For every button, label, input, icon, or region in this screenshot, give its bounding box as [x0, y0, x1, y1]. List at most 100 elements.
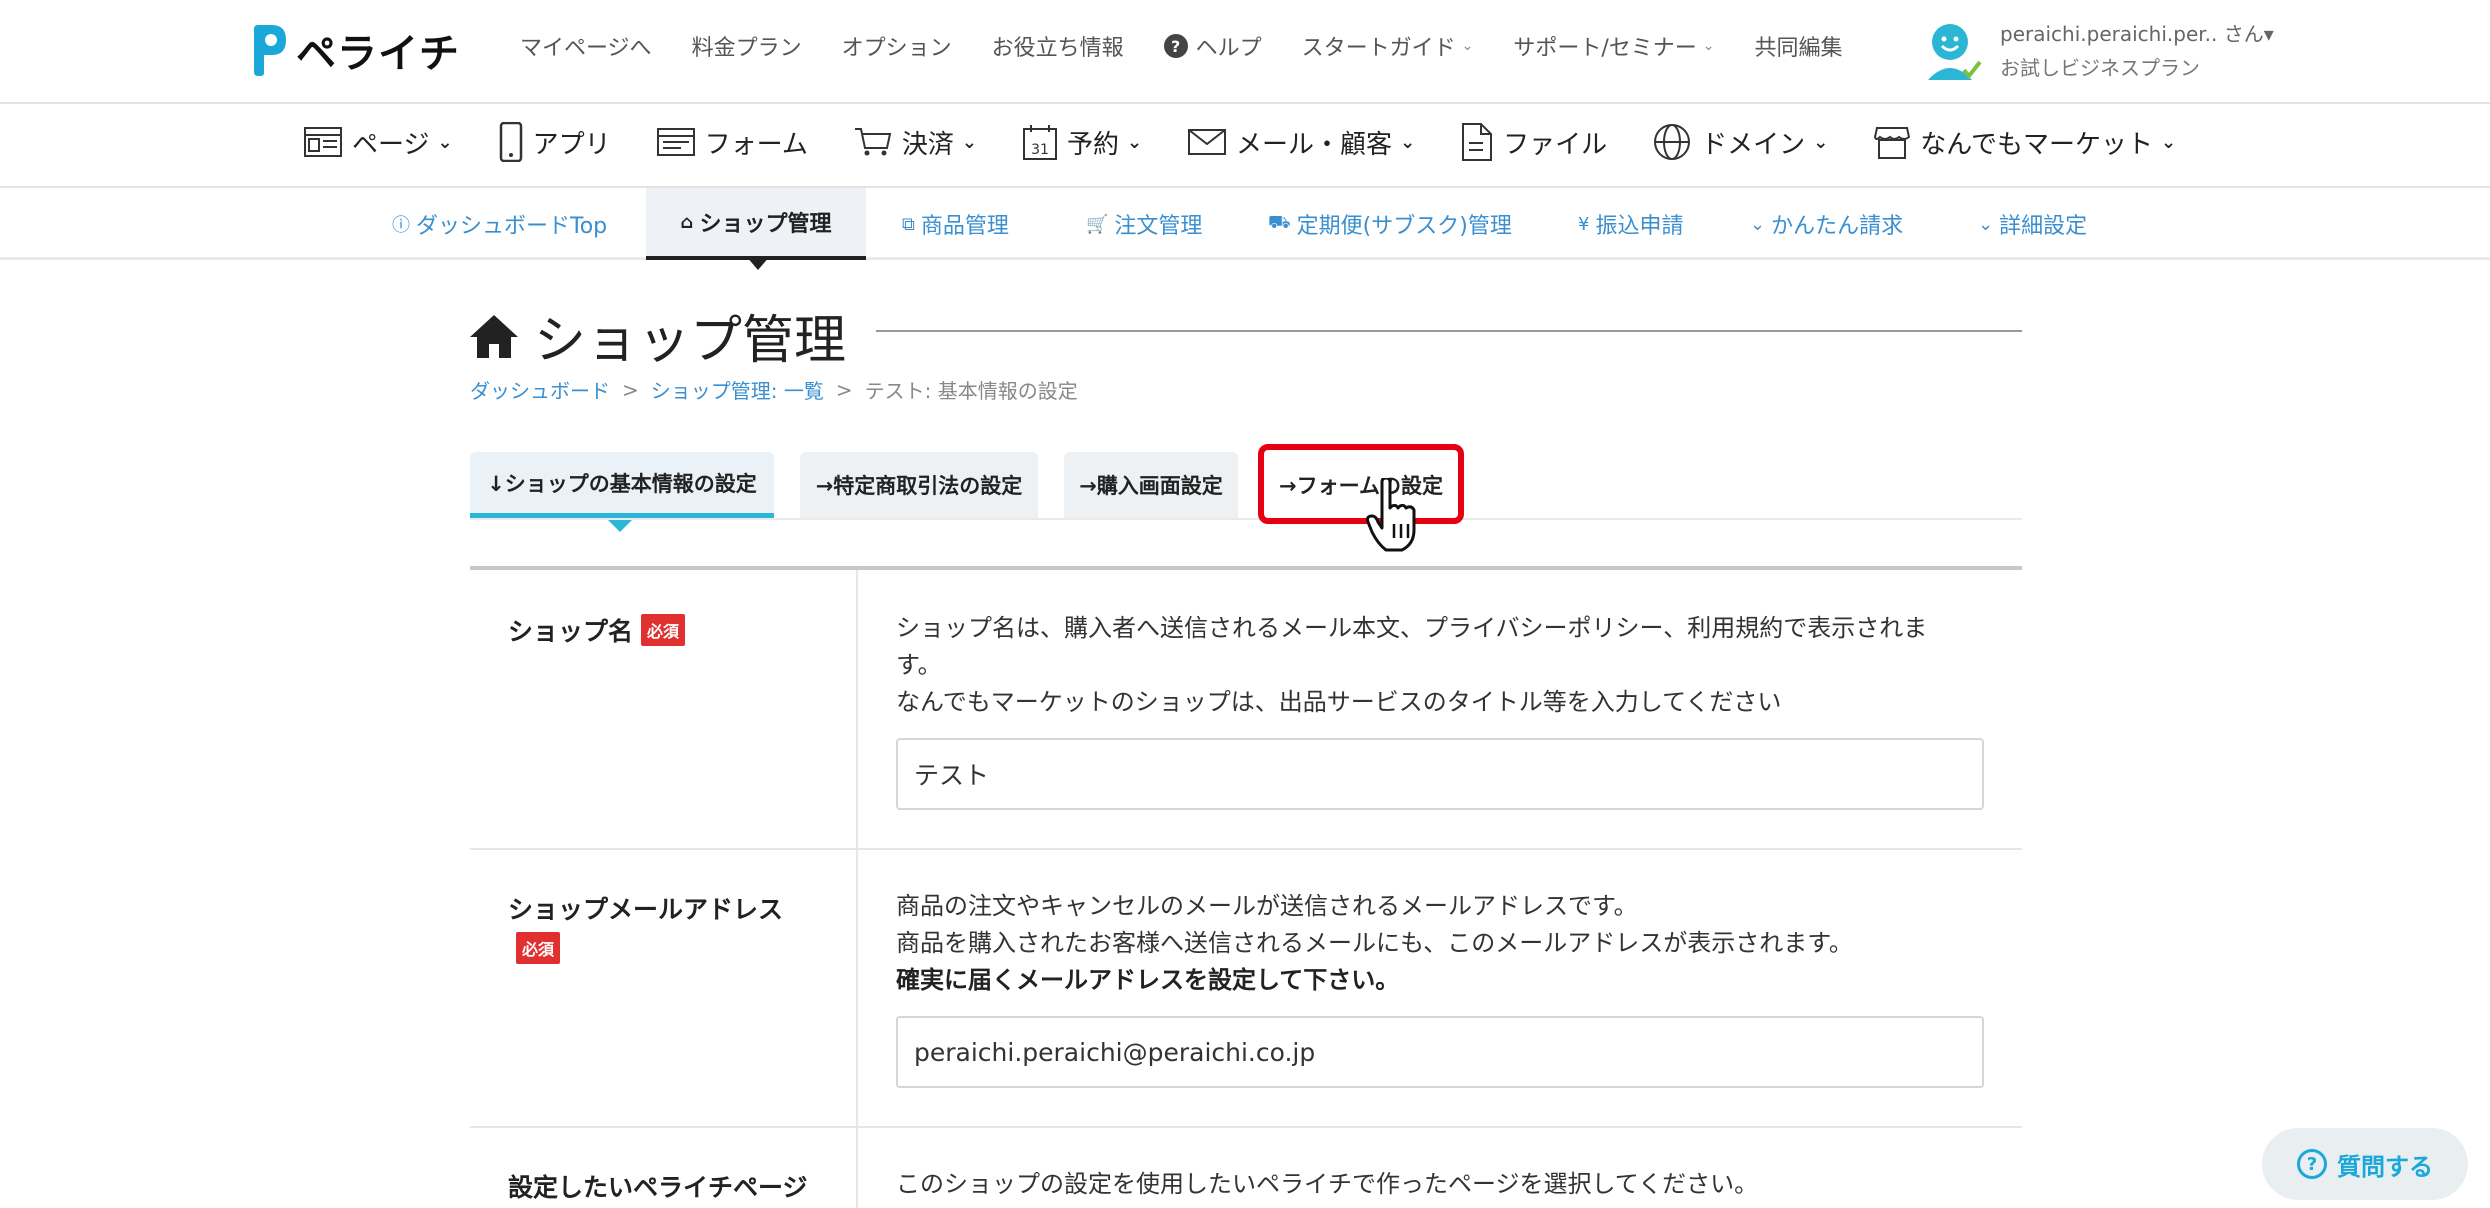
- nav-support-label: サポート/セミナー: [1513, 36, 1697, 61]
- user-menu[interactable]: peraichi.peraichi.per.. さん▾ お試しビジネスプラン: [1920, 14, 2274, 90]
- main-nav-payment-label: 決済: [901, 129, 954, 160]
- shop-name-desc-line3: なんでもマーケットのショップは、出品サービスのタイトル等を入力してください: [896, 688, 1782, 716]
- ask-question-button[interactable]: ? 質問する: [2262, 1128, 2468, 1200]
- nav-co-edit[interactable]: 共同編集: [1755, 30, 1843, 62]
- shop-email-desc-strong: 確実に届くメールアドレスを設定して下さい。: [896, 966, 1400, 994]
- ask-question-label: 質問する: [2337, 1152, 2433, 1181]
- subnav-transfer[interactable]: ¥ 振込申請: [1578, 188, 1683, 260]
- top-header: ペライチ マイページへ 料金プラン オプション お役立ち情報 ? ヘルプ スター…: [0, 0, 2490, 104]
- shop-email-desc-line2: 商品を購入されたお客様へ送信されるメールにも、このメールアドレスが表示されます。: [896, 929, 1853, 957]
- tab-purchase-screen[interactable]: →購入画面設定: [1064, 452, 1238, 518]
- nav-support-seminar[interactable]: サポート/セミナー ⌄: [1513, 30, 1714, 62]
- main-nav-app-label: アプリ: [532, 129, 611, 160]
- active-tab-caret: [608, 520, 632, 532]
- nav-options[interactable]: オプション: [842, 30, 952, 62]
- page-icon: [304, 127, 342, 157]
- main-nav-file-label: ファイル: [1503, 129, 1608, 160]
- subnav-orders[interactable]: 🛒 注文管理: [1086, 188, 1202, 260]
- subnav-orders-label: 注文管理: [1114, 214, 1203, 239]
- subnav-dashboard-top[interactable]: ⓘ ダッシュボードTop: [392, 188, 607, 260]
- yen-icon: ¥: [1578, 213, 1590, 235]
- nav-mypage[interactable]: マイページへ: [520, 30, 652, 62]
- hand-cursor-icon: [1366, 478, 1416, 552]
- globe-icon: [1654, 124, 1691, 160]
- form-column-divider: [856, 570, 858, 1208]
- subnav-shop-management[interactable]: ⌂ ショップ管理: [646, 188, 866, 260]
- home-icon: ⌂: [680, 211, 694, 233]
- top-nav: マイページへ 料金プラン オプション お役立ち情報 ? ヘルプ スタートガイド …: [520, 30, 1883, 62]
- breadcrumb-shop-list[interactable]: ショップ管理: 一覧: [651, 375, 824, 404]
- file-icon: [1462, 123, 1493, 161]
- info-icon: ⓘ: [392, 215, 410, 236]
- breadcrumb-dashboard[interactable]: ダッシュボード: [470, 375, 610, 404]
- chevron-down-icon: ⌄: [2160, 131, 2177, 153]
- main-nav-domain[interactable]: ドメイン ⌄: [1653, 123, 1828, 161]
- main-nav-form[interactable]: フォーム: [656, 124, 808, 161]
- nav-help-label: ヘルプ: [1195, 36, 1262, 61]
- cart-icon: 🛒: [1086, 213, 1109, 235]
- subnav-invoice-label: かんたん請求: [1771, 214, 1904, 239]
- chevron-down-icon: ⌄: [1400, 131, 1416, 153]
- chevron-down-icon: ⌄: [1702, 38, 1715, 54]
- page-title-text: ショップ管理: [534, 311, 847, 371]
- main-nav-market[interactable]: なんでもマーケット ⌄: [1874, 124, 2176, 161]
- breadcrumb: ダッシュボード > ショップ管理: 一覧 > テスト: 基本情報の設定: [470, 375, 1078, 404]
- question-icon: ?: [2297, 1149, 2327, 1179]
- row-divider: [470, 1126, 2022, 1128]
- tabs-baseline: [470, 518, 2022, 520]
- nav-help[interactable]: ? ヘルプ: [1163, 30, 1262, 62]
- breadcrumb-current: テスト: 基本情報の設定: [864, 379, 1078, 403]
- shop-email-desc-line1: 商品の注文やキャンセルのメールが送信されるメールアドレスです。: [896, 892, 1638, 920]
- peraichi-logo[interactable]: ペライチ: [250, 22, 460, 78]
- sub-nav: ⓘ ダッシュボードTop ⌂ ショップ管理 ⧉ 商品管理 🛒 注文管理 ⛟ 定期…: [0, 188, 2490, 260]
- chevron-down-icon: ⌄: [1126, 131, 1143, 153]
- main-nav-market-label: なんでもマーケット: [1920, 129, 2153, 160]
- user-name: peraichi.peraichi.per.. さん▾: [2000, 22, 2274, 46]
- mail-icon: [1188, 129, 1227, 155]
- help-icon: ?: [1163, 34, 1188, 58]
- user-plan: お試しビジネスプラン: [2000, 56, 2200, 80]
- main-nav: ページ ⌄ アプリ フォーム 決済 ⌄ 31 予約 ⌄ メール・顧客 ⌄ ファイ…: [0, 104, 2490, 188]
- shop-name-label: ショップ名 必須: [508, 612, 686, 648]
- nav-useful-info[interactable]: お役立ち情報: [992, 30, 1124, 62]
- main-nav-reservation[interactable]: 31 予約 ⌄: [1022, 124, 1143, 161]
- nav-pricing[interactable]: 料金プラン: [692, 30, 802, 62]
- form-top-border: [470, 566, 2022, 570]
- subnav-easy-invoice[interactable]: ⌄ かんたん請求: [1750, 188, 1903, 260]
- cart-icon: [854, 128, 892, 156]
- chevron-down-icon: ⌄: [1978, 213, 1994, 235]
- main-nav-page-label: ページ: [352, 129, 430, 160]
- row-divider: [470, 848, 2022, 850]
- tab-basic-info[interactable]: ↓ショップの基本情報の設定: [470, 452, 774, 518]
- subnav-shop-label: ショップ管理: [699, 212, 832, 237]
- shop-name-description: ショップ名は、購入者へ送信されるメール本文、プライバシーポリシー、利用規約で表示…: [896, 610, 1986, 721]
- shop-email-input[interactable]: peraichi.peraichi@peraichi.co.jp: [896, 1016, 1984, 1088]
- main-nav-domain-label: ドメイン: [1701, 129, 1806, 160]
- chevron-down-icon: ⌄: [1813, 131, 1829, 153]
- main-nav-mail-label: メール・顧客: [1236, 129, 1393, 160]
- main-nav-form-label: フォーム: [704, 129, 808, 160]
- subnav-transfer-label: 振込申請: [1595, 214, 1684, 239]
- shop-email-description: 商品の注文やキャンセルのメールが送信されるメールアドレスです。 商品を購入された…: [896, 888, 1986, 999]
- nav-start-guide-label: スタートガイド: [1301, 36, 1456, 61]
- title-divider: [876, 330, 2022, 332]
- form-icon: [656, 128, 695, 156]
- subnav-items[interactable]: ⧉ 商品管理: [902, 188, 1009, 260]
- shop-name-input[interactable]: テスト: [896, 738, 1984, 810]
- main-nav-payment[interactable]: 決済 ⌄: [854, 124, 977, 161]
- main-nav-app[interactable]: アプリ: [499, 122, 611, 162]
- shop-name-desc-line2: す。: [896, 651, 942, 679]
- subnav-subscription[interactable]: ⛟ 定期便(サブスク)管理: [1268, 188, 1512, 260]
- main-nav-file[interactable]: ファイル: [1461, 123, 1607, 161]
- subnav-detail-settings[interactable]: ⌄ 詳細設定: [1978, 188, 2087, 260]
- shop-name-label-text: ショップ名: [508, 617, 634, 646]
- page-select-desc-line1: このショップの設定を使用したいペライチで作ったページを選択してください。: [896, 1170, 1759, 1198]
- tab-commercial-law[interactable]: →特定商取引法の設定: [800, 452, 1038, 518]
- smartphone-icon: [499, 122, 522, 162]
- subnav-detail-label: 詳細設定: [1999, 214, 2088, 239]
- main-nav-page[interactable]: ページ ⌄: [304, 124, 453, 161]
- nav-start-guide[interactable]: スタートガイド ⌄: [1302, 30, 1474, 62]
- truck-icon: ⛟: [1268, 212, 1291, 233]
- page-title: ショップ管理: [468, 298, 846, 373]
- main-nav-mail-customer[interactable]: メール・顧客 ⌄: [1188, 124, 1415, 161]
